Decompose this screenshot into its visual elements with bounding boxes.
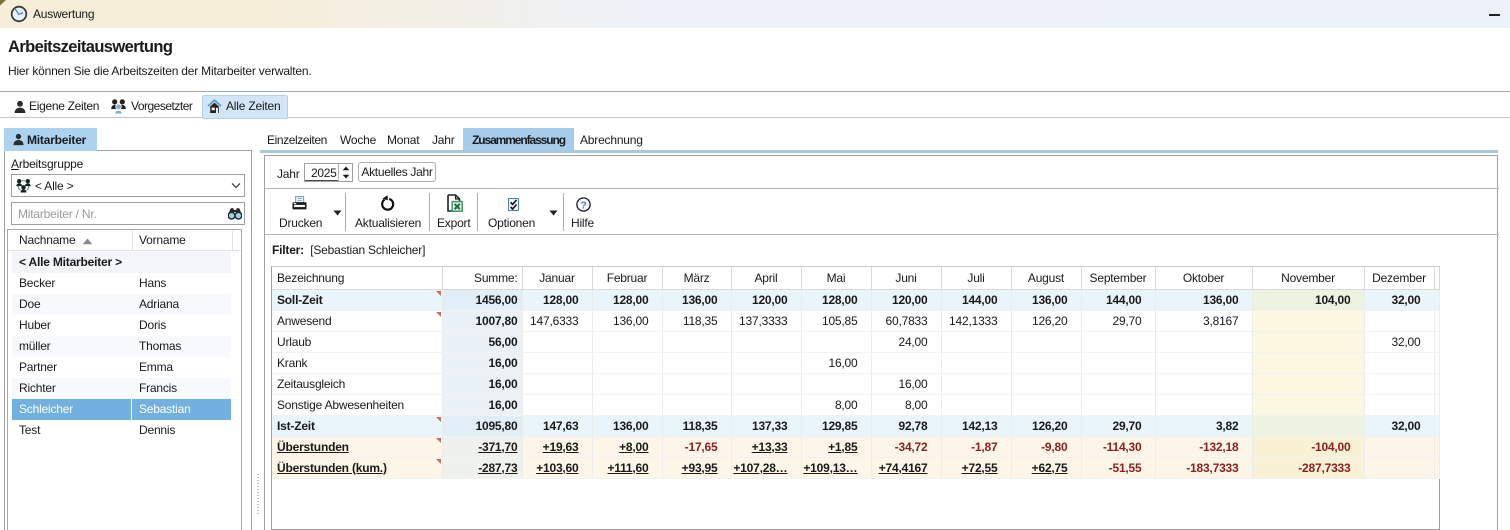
svg-text:?: ? [580,199,586,211]
